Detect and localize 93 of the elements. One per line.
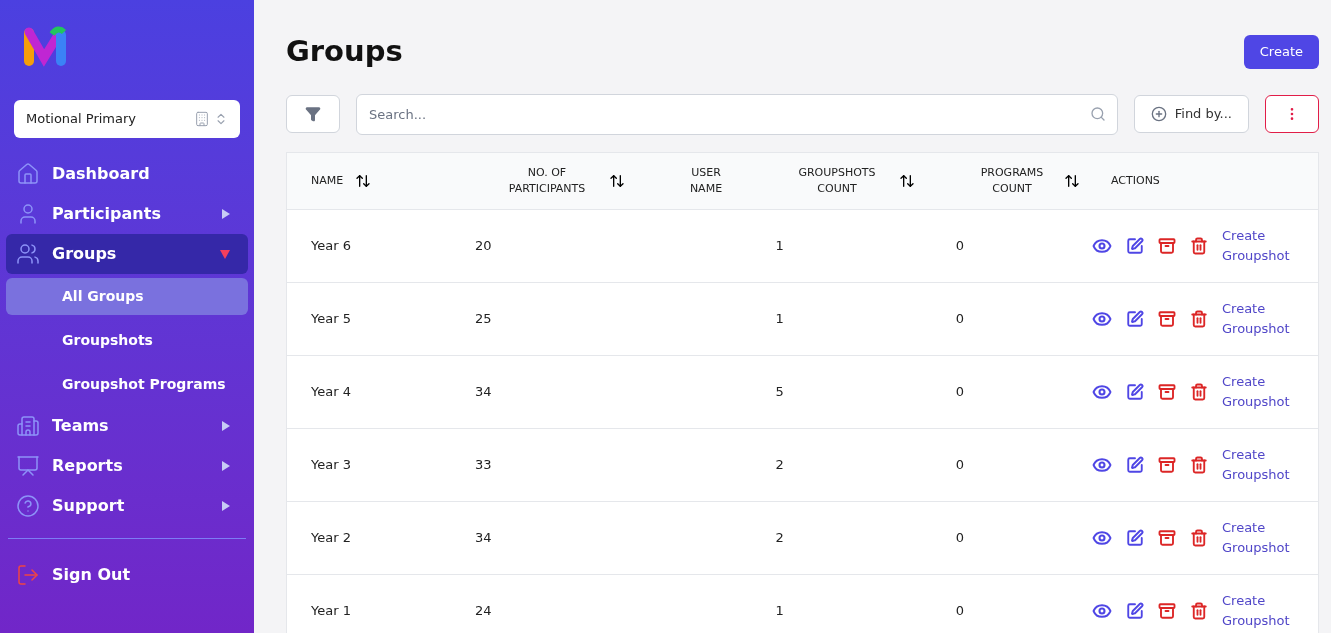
column-header: USER NAME: [688, 164, 724, 197]
programs-cell: 0: [955, 310, 964, 326]
edit-icon[interactable]: [1126, 601, 1144, 620]
sortable-column-header[interactable]: GROUPSHOTS COUNT: [787, 164, 915, 197]
sortable-column-header[interactable]: NO. OF PARTICIPANTS: [497, 164, 625, 197]
sortable-column-header[interactable]: NAME: [311, 172, 372, 189]
create-groupshot-link[interactable]: Create Groupshot: [1222, 371, 1294, 412]
name-cell: Year 1: [311, 602, 351, 618]
archive-icon[interactable]: [1158, 601, 1176, 620]
nav-label: Participants: [52, 203, 161, 225]
sign-out-item[interactable]: Sign Out: [6, 555, 248, 595]
page-title: Groups: [286, 33, 403, 70]
filter-button[interactable]: [286, 95, 340, 133]
archive-icon[interactable]: [1158, 382, 1176, 401]
sign-out-label: Sign Out: [52, 564, 131, 586]
programs-cell: 0: [955, 602, 964, 618]
archive-icon[interactable]: [1158, 236, 1176, 255]
name-cell: Year 2: [311, 529, 351, 545]
help-icon: [16, 494, 40, 518]
sortable-column-header[interactable]: PROGRAMS COUNT: [972, 164, 1080, 197]
name-cell: Year 3: [311, 456, 351, 472]
nav-label: Groups: [52, 243, 117, 265]
sort-icon: [1064, 172, 1080, 189]
submenu-item[interactable]: Groupshots: [6, 322, 248, 359]
edit-icon[interactable]: [1126, 528, 1144, 547]
groupshots-cell: 1: [775, 310, 784, 326]
home-icon: [16, 162, 40, 186]
create-groupshot-link[interactable]: Create Groupshot: [1222, 298, 1294, 339]
more-button[interactable]: [1265, 95, 1319, 133]
delete-icon[interactable]: [1190, 236, 1208, 255]
create-groupshot-link[interactable]: Create Groupshot: [1222, 225, 1294, 266]
building-icon: [16, 414, 40, 438]
edit-icon[interactable]: [1126, 382, 1144, 401]
nav-item[interactable]: Support: [6, 486, 248, 526]
participants-cell: 24: [474, 602, 492, 618]
nav-label: Reports: [52, 455, 123, 477]
groupshots-cell: 1: [775, 237, 784, 253]
sort-icon: [355, 172, 372, 189]
participants-cell: 34: [474, 529, 492, 545]
search-field[interactable]: Search...: [356, 93, 1118, 135]
sort-icon: [899, 172, 915, 189]
create-groupshot-link[interactable]: Create Groupshot: [1222, 444, 1294, 485]
nav-item[interactable]: Participants: [6, 194, 248, 234]
archive-icon[interactable]: [1158, 528, 1176, 547]
delete-icon[interactable]: [1190, 601, 1208, 620]
archive-icon[interactable]: [1158, 309, 1176, 328]
submenu-item[interactable]: All Groups: [6, 278, 248, 315]
create-button[interactable]: Create: [1243, 34, 1319, 69]
nav-item[interactable]: Groups: [6, 234, 248, 274]
search-icon: [1089, 105, 1106, 122]
nav-label: Support: [52, 495, 125, 517]
groupshots-cell: 2: [775, 456, 784, 472]
edit-icon[interactable]: [1126, 309, 1144, 328]
delete-icon[interactable]: [1190, 528, 1208, 547]
archive-icon[interactable]: [1158, 455, 1176, 474]
groupshots-cell: 2: [775, 529, 784, 545]
nav-item[interactable]: Reports: [6, 446, 248, 486]
filter-icon: [305, 106, 321, 122]
column-header: ACTIONS: [1111, 172, 1160, 189]
delete-icon[interactable]: [1190, 382, 1208, 401]
programs-cell: 0: [955, 383, 964, 399]
organization-select[interactable]: Motional Primary: [14, 100, 240, 138]
nav-item[interactable]: Dashboard: [6, 154, 248, 194]
chart-icon: [16, 454, 40, 478]
groupshots-cell: 1: [775, 602, 784, 618]
participants-cell: 25: [474, 310, 492, 326]
organization-name: Motional Primary: [26, 110, 137, 129]
building-icon: [194, 111, 210, 127]
name-cell: Year 6: [311, 237, 351, 253]
create-groupshot-link[interactable]: Create Groupshot: [1222, 517, 1294, 558]
edit-icon[interactable]: [1126, 236, 1144, 255]
nav-label: Teams: [52, 415, 109, 437]
programs-cell: 0: [955, 237, 964, 253]
create-groupshot-link[interactable]: Create Groupshot: [1222, 590, 1294, 631]
plus-circle-icon: [1150, 106, 1167, 122]
groupshots-cell: 5: [775, 383, 784, 399]
submenu-item[interactable]: Groupshot Programs: [6, 366, 248, 403]
participants-cell: 34: [474, 383, 492, 399]
find-by-button[interactable]: Find by...: [1133, 95, 1249, 133]
programs-cell: 0: [955, 456, 964, 472]
sign-out-icon: [16, 563, 40, 587]
participants-cell: 20: [474, 237, 492, 253]
delete-icon[interactable]: [1190, 455, 1208, 474]
nav-item[interactable]: Teams: [6, 406, 248, 446]
nav-label: Dashboard: [52, 163, 150, 185]
people-icon: [16, 242, 40, 266]
programs-cell: 0: [955, 529, 964, 545]
name-cell: Year 4: [311, 383, 351, 399]
edit-icon[interactable]: [1126, 455, 1144, 474]
participants-cell: 33: [474, 456, 492, 472]
name-cell: Year 5: [311, 310, 351, 326]
delete-icon[interactable]: [1190, 309, 1208, 328]
sort-icon: [609, 172, 625, 189]
